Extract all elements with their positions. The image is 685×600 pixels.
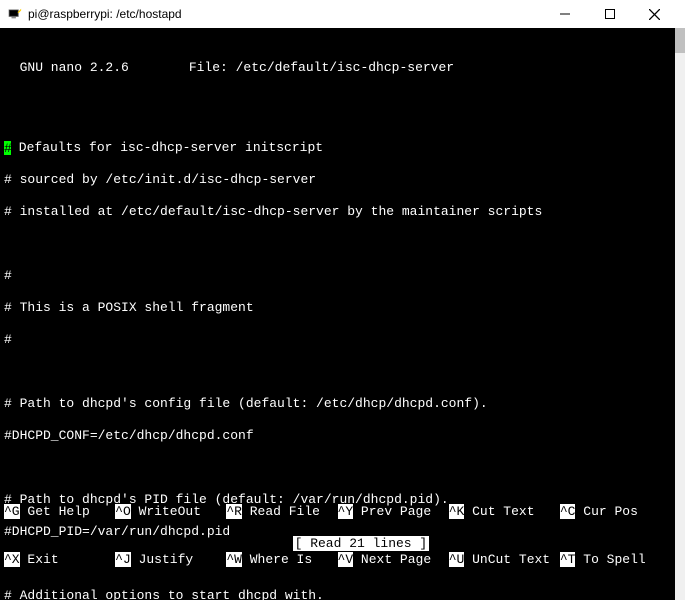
window-titlebar: pi@raspberrypi: /etc/hostapd: [0, 0, 685, 28]
shortcut-read-file[interactable]: ^R Read File: [226, 504, 337, 520]
terminal[interactable]: GNU nano 2.2.6 File: /etc/default/isc-dh…: [0, 28, 675, 600]
shortcut-row-2: ^X Exit ^J Justify ^W Where Is ^V Next P…: [4, 552, 671, 568]
titlebar-left: pi@raspberrypi: /etc/hostapd: [8, 7, 182, 21]
shortcut-get-help[interactable]: ^G Get Help: [4, 504, 115, 520]
nano-file-label: File: /etc/default/isc-dhcp-server: [189, 60, 454, 76]
window-title: pi@raspberrypi: /etc/hostapd: [28, 7, 182, 21]
nano-header: GNU nano 2.2.6 File: /etc/default/isc-dh…: [0, 60, 675, 76]
scrollbar-thumb[interactable]: [675, 28, 685, 53]
shortcut-to-spell[interactable]: ^T To Spell: [560, 552, 671, 568]
shortcut-cur-pos[interactable]: ^C Cur Pos: [560, 504, 671, 520]
cursor: #: [4, 141, 11, 155]
shortcut-exit[interactable]: ^X Exit: [4, 552, 115, 568]
editor-line: [4, 236, 671, 252]
shortcut-row-1: ^G Get Help ^O WriteOut ^R Read File ^Y …: [4, 504, 671, 520]
minimize-button[interactable]: [542, 0, 587, 28]
shortcut-uncut-text[interactable]: ^U UnCut Text: [449, 552, 560, 568]
editor-line: #DHCPD_CONF=/etc/dhcp/dhcpd.conf: [4, 428, 671, 444]
editor-line: # This is a POSIX shell fragment: [4, 300, 671, 316]
shortcut-where-is[interactable]: ^W Where Is: [226, 552, 337, 568]
editor-line: # Defaults for isc-dhcp-server initscrip…: [4, 140, 671, 156]
shortcut-prev-page[interactable]: ^Y Prev Page: [338, 504, 449, 520]
editor-line: # installed at /etc/default/isc-dhcp-ser…: [4, 204, 671, 220]
terminal-wrap: GNU nano 2.2.6 File: /etc/default/isc-dh…: [0, 28, 685, 600]
editor-line: #: [4, 332, 671, 348]
shortcut-justify[interactable]: ^J Justify: [115, 552, 226, 568]
vertical-scrollbar[interactable]: [675, 28, 685, 600]
putty-icon: [8, 7, 22, 21]
editor-line: [4, 364, 671, 380]
maximize-button[interactable]: [587, 0, 632, 28]
shortcut-writeout[interactable]: ^O WriteOut: [115, 504, 226, 520]
shortcut-cut-text[interactable]: ^K Cut Text: [449, 504, 560, 520]
shortcut-next-page[interactable]: ^V Next Page: [338, 552, 449, 568]
window-controls: [542, 0, 677, 28]
editor-line: # Path to dhcpd's config file (default: …: [4, 396, 671, 412]
close-button[interactable]: [632, 0, 677, 28]
nano-shortcuts: ^G Get Help ^O WriteOut ^R Read File ^Y …: [0, 472, 675, 600]
editor-line: # sourced by /etc/init.d/isc-dhcp-server: [4, 172, 671, 188]
editor-line: #: [4, 268, 671, 284]
nano-app-name: GNU nano 2.2.6: [4, 60, 129, 76]
